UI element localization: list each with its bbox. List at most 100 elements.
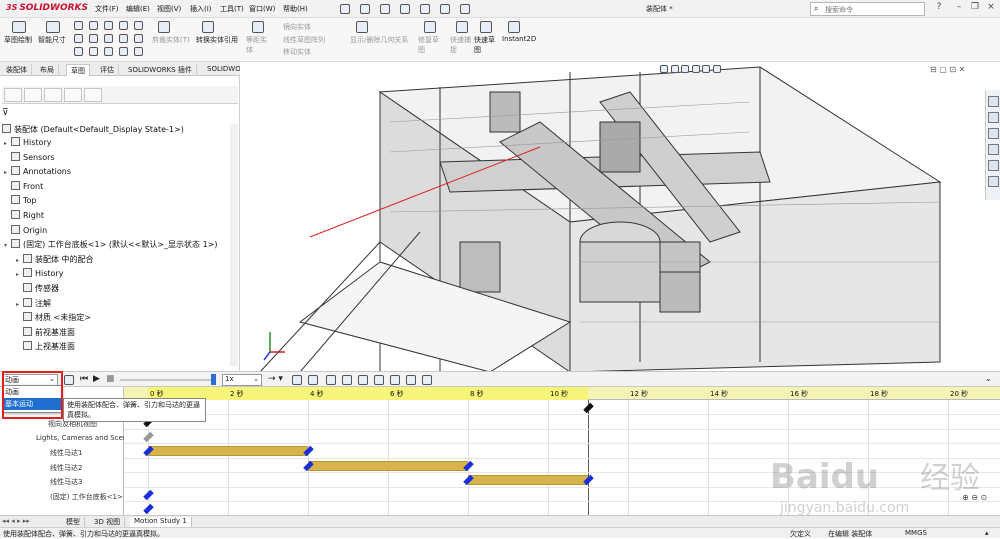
command-button[interactable]: 智能尺寸: [38, 35, 66, 45]
close-button[interactable]: ×: [982, 2, 1000, 16]
spring-icon[interactable]: [374, 375, 384, 387]
tree-item[interactable]: Origin: [4, 224, 47, 235]
command-icon[interactable]: [356, 21, 368, 33]
motion-tree-item[interactable]: 线性马达3: [50, 477, 82, 487]
time-ruler[interactable]: 0 秒2 秒4 秒6 秒8 秒 10 秒 12 秒 14 秒 16 秒 18 秒 20 秒: [124, 387, 1000, 400]
motion-tree-item[interactable]: Lights, Cameras and Scene: [36, 434, 132, 442]
tab-0[interactable]: 装配体: [2, 64, 32, 76]
menu-item[interactable]: 工具(T): [220, 4, 244, 14]
sketch-entity-icon[interactable]: [74, 47, 83, 56]
motor-timeline-bar[interactable]: [308, 460, 468, 471]
command-icon[interactable]: [202, 21, 214, 33]
command-button[interactable]: 移动实体: [283, 47, 311, 57]
sketch-entity-icon[interactable]: [104, 34, 113, 43]
status-units[interactable]: MMGS: [905, 529, 927, 537]
tree-item[interactable]: Sensors: [4, 151, 55, 162]
window-controls[interactable]: ⊟ ▢ ⊡ ✕: [930, 65, 990, 75]
contact-icon[interactable]: [390, 375, 400, 387]
command-button[interactable]: 草图绘制: [4, 35, 32, 45]
status-icon[interactable]: ▴: [985, 529, 989, 537]
configuration-tab-icon[interactable]: [44, 88, 62, 102]
calculate-icon[interactable]: [64, 375, 74, 387]
sketch-entity-icon[interactable]: [89, 34, 98, 43]
motion-tree-item[interactable]: 线性马达2: [50, 463, 82, 473]
sketch-entity-icon[interactable]: [119, 21, 128, 30]
command-icon[interactable]: [252, 21, 264, 33]
command-button[interactable]: 线性草图阵列: [283, 35, 325, 45]
command-icon[interactable]: [508, 21, 520, 33]
view-palette-icon[interactable]: [988, 144, 999, 155]
play-icon[interactable]: ▶: [93, 374, 100, 384]
help-icon[interactable]: ?: [930, 2, 948, 16]
expand-arrow-icon[interactable]: ▸: [4, 140, 11, 147]
tree-item[interactable]: ▸ History: [4, 137, 51, 147]
expand-arrow-icon[interactable]: ▸: [4, 169, 11, 176]
playback-speed-select[interactable]: 1x ⌄: [222, 374, 262, 386]
command-button[interactable]: 快速草 图: [474, 35, 495, 55]
playback-slider[interactable]: [120, 379, 215, 381]
menu-item[interactable]: 窗口(W): [249, 4, 275, 14]
quick-access-icon[interactable]: [400, 4, 410, 14]
playback-slider-thumb[interactable]: [211, 374, 216, 385]
command-icon[interactable]: [456, 21, 468, 33]
sketch-entity-icon[interactable]: [74, 21, 83, 30]
command-button[interactable]: 转换实体引用: [196, 35, 238, 45]
stop-icon[interactable]: ■: [106, 374, 115, 384]
tab-2[interactable]: 草图: [66, 64, 90, 76]
animation-wizard-icon[interactable]: [308, 375, 318, 387]
menu-item[interactable]: 文件(F): [95, 4, 119, 14]
menu-item[interactable]: 视图(V): [157, 4, 181, 14]
sketch-entity-icon[interactable]: [134, 34, 143, 43]
sketch-entity-icon[interactable]: [134, 47, 143, 56]
tab-1[interactable]: 布局: [36, 64, 59, 76]
dimxpert-tab-icon[interactable]: [64, 88, 82, 102]
expand-arrow-icon[interactable]: ▸: [16, 257, 23, 264]
sketch-entity-icon[interactable]: [119, 34, 128, 43]
custom-properties-icon[interactable]: [988, 176, 999, 187]
quick-access-icon[interactable]: [360, 4, 370, 14]
sketch-entity-icon[interactable]: [104, 47, 113, 56]
motor-timeline-bar[interactable]: [148, 446, 308, 456]
expand-arrow-icon[interactable]: ▸: [16, 301, 23, 308]
sketch-entity-icon[interactable]: [134, 21, 143, 30]
motor-icon[interactable]: [358, 375, 368, 387]
resources-icon[interactable]: [988, 112, 999, 123]
autokey-icon[interactable]: [326, 375, 336, 387]
tree-item[interactable]: ▸ Annotations: [4, 166, 71, 176]
command-icon[interactable]: [424, 21, 436, 33]
command-button[interactable]: 剪裁实体(T): [152, 35, 190, 45]
tree-scrollbar[interactable]: [230, 124, 238, 366]
command-button[interactable]: 显示/删除几何关系: [350, 35, 408, 45]
appearance-icon[interactable]: [988, 160, 999, 171]
menu-item[interactable]: 插入(I): [190, 4, 212, 14]
command-button[interactable]: 镜向实体: [283, 22, 311, 32]
quick-access-icon[interactable]: [380, 4, 390, 14]
filter-icon[interactable]: ⊽: [2, 108, 9, 118]
command-button[interactable]: 等距实 体: [246, 35, 267, 55]
tab-4[interactable]: SOLIDWORKS 插件: [124, 64, 197, 76]
tree-item[interactable]: 前视基准面: [16, 326, 75, 338]
home-icon[interactable]: [988, 96, 999, 107]
tree-item[interactable]: Top: [4, 195, 37, 205]
menu-item[interactable]: 编辑(E): [126, 4, 150, 14]
save-animation-icon[interactable]: [292, 375, 302, 387]
quick-access-icon[interactable]: [460, 4, 470, 14]
motor-timeline-bar[interactable]: [468, 475, 588, 485]
tree-item[interactable]: ▸ 装配体 中的配合: [16, 253, 94, 265]
tree-item[interactable]: ▸ 注解: [16, 297, 51, 309]
tab-3[interactable]: 评估: [96, 64, 119, 76]
expand-arrow-icon[interactable]: ▾: [4, 242, 11, 249]
sketch-tool-icon[interactable]: [46, 21, 60, 33]
tree-item[interactable]: ▸ History: [16, 268, 63, 278]
command-button[interactable]: 修复草 图: [418, 35, 439, 55]
tree-item[interactable]: 材质 <未指定>: [16, 312, 91, 323]
command-icon[interactable]: [480, 21, 492, 33]
collapse-icon[interactable]: ⌄: [985, 374, 992, 383]
sketch-entity-icon[interactable]: [89, 21, 98, 30]
sketch-entity-icon[interactable]: [104, 21, 113, 30]
keyframe[interactable]: [143, 489, 154, 500]
command-button[interactable]: Instant2D: [502, 35, 536, 43]
tree-item[interactable]: ▾ (固定) 工作台底板<1> (默认<<默认>_显示状态 1>): [4, 239, 218, 250]
property-tab-icon[interactable]: [24, 88, 42, 102]
quick-access-icon[interactable]: [440, 4, 450, 14]
